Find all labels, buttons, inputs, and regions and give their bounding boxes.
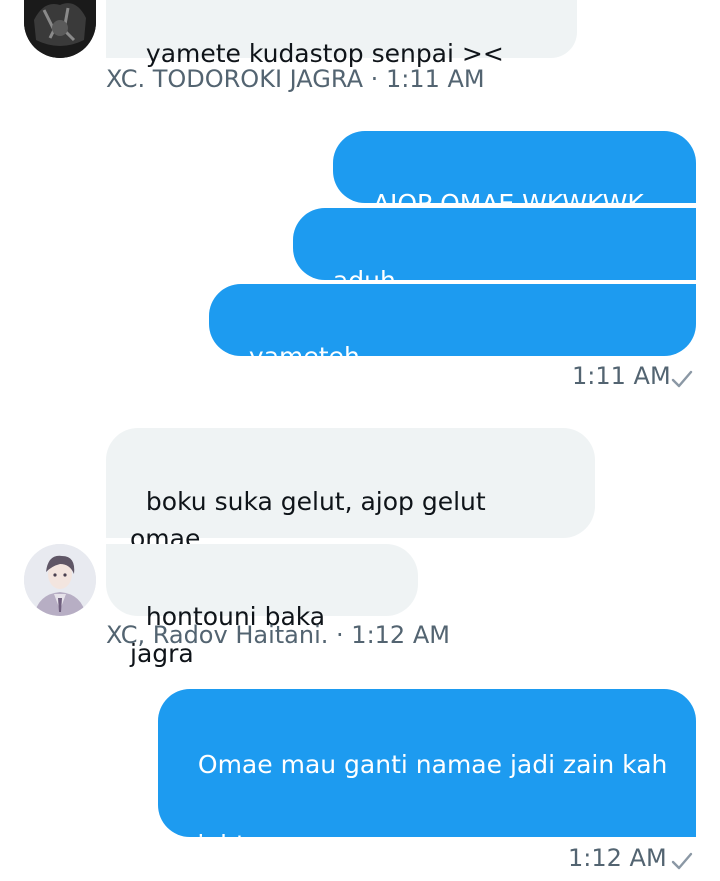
message-bubble-incoming[interactable]: yamete kudastop senpai >< [106,0,577,68]
meta-separator: · [370,65,379,93]
sent-check-icon [671,852,693,870]
message-bubble-outgoing[interactable]: Omae mau ganti namae jadi zain kah aight [158,689,696,859]
message-bubble-outgoing[interactable]: AJOP OMAE WKWKWK [333,131,696,218]
message-meta: XC, Radov Haitani. · 1:12 AM [106,620,450,650]
sender-name[interactable]: XC. TODOROKI JAGRA [106,65,363,93]
message-time: 1:11 AM [572,362,671,390]
message-time: 1:11 AM [385,65,485,93]
message-bubble-outgoing[interactable]: aduh [293,208,696,295]
message-bubble-incoming[interactable]: boku suka gelut, ajop gelut omae [106,428,595,553]
meta-separator: · [336,621,344,649]
message-bubble-outgoing[interactable]: yameteh [209,284,696,371]
sender-name[interactable]: XC, Radov Haitani. [106,621,328,649]
message-meta: XC. TODOROKI JAGRA · 1:11 AM [106,64,485,94]
sent-check-icon [671,370,693,388]
message-bubble-incoming[interactable]: hontouni baka jagra [106,544,418,668]
avatar-image [24,544,96,616]
message-text: yameteh [248,342,360,371]
message-time: 1:12 AM [351,621,450,649]
avatar-image [24,0,96,58]
avatar-todoroki[interactable] [24,0,96,58]
message-time: 1:12 AM [568,844,667,872]
avatar-radov[interactable] [24,544,96,616]
